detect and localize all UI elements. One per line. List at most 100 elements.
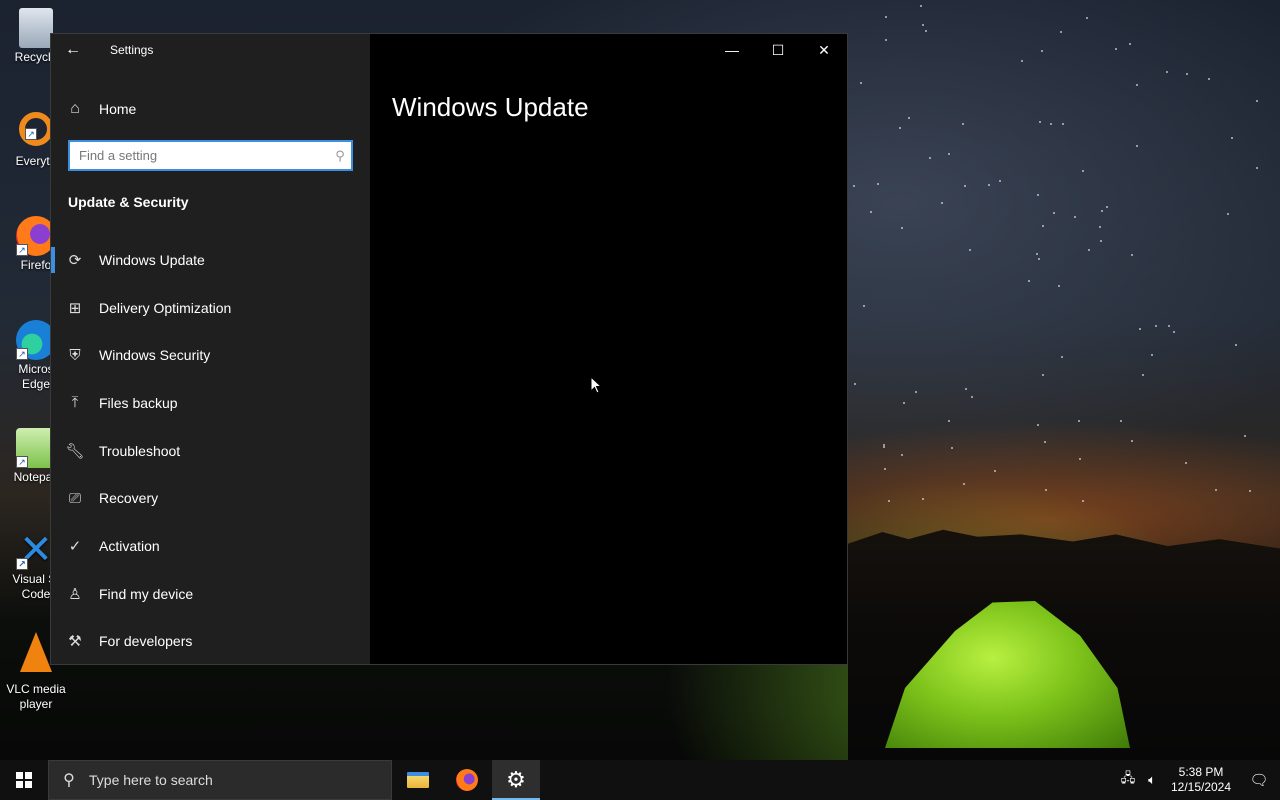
close-button[interactable]: ✕ — [801, 34, 847, 66]
star — [915, 391, 918, 394]
star — [1100, 210, 1103, 213]
nav-item-delivery-optimization[interactable]: ⊞ Delivery Optimization — [51, 284, 370, 332]
star — [951, 447, 954, 450]
window-title: Settings — [110, 43, 154, 57]
start-button[interactable] — [0, 760, 48, 800]
star — [1085, 17, 1088, 20]
nav-item-label: Files backup — [99, 394, 178, 411]
taskbar-app-settings[interactable]: ⚙ — [492, 760, 540, 800]
nav-item-windows-update[interactable]: ⟳ Windows Update — [51, 236, 370, 284]
star — [1150, 353, 1153, 356]
home-icon: ⌂ — [70, 100, 80, 117]
file-explorer-icon — [407, 772, 429, 788]
star — [883, 444, 886, 447]
nav-item-label: Delivery Optimization — [99, 299, 232, 316]
star — [1214, 489, 1217, 492]
star — [947, 420, 950, 423]
star — [1243, 435, 1246, 438]
taskbar-app-firefox[interactable] — [443, 760, 491, 800]
home-link[interactable]: ⌂ Home — [51, 92, 370, 126]
star — [862, 305, 865, 308]
settings-sidebar: ← Settings ⌂ Home ⚲ Update & Security ⟳ … — [51, 34, 370, 664]
minimize-button[interactable]: — — [709, 34, 755, 66]
windows-logo-icon — [16, 772, 32, 788]
recycle-bin-icon — [19, 8, 53, 48]
taskbar-search-box[interactable]: ⚲ Type here to search — [48, 760, 392, 800]
star — [870, 211, 873, 214]
star — [968, 249, 971, 252]
star — [1036, 193, 1039, 196]
settings-search-input[interactable] — [70, 142, 329, 169]
star — [901, 454, 904, 457]
star — [853, 383, 856, 386]
back-arrow-icon[interactable]: ← — [61, 40, 85, 60]
page-title: Windows Update — [392, 92, 589, 122]
clock[interactable]: 5:38 PM 12/15/2024 — [1164, 765, 1238, 795]
nav-item-label: Troubleshoot — [99, 442, 181, 459]
nav-item-label: Windows Update — [99, 251, 205, 268]
star — [907, 116, 910, 119]
star — [963, 184, 966, 187]
person-location-icon: ♙ — [68, 585, 82, 603]
system-tray: 🖧︎ 🔈︎ 5:38 PM 12/15/2024 🗨︎ — [1116, 760, 1280, 800]
star — [1256, 99, 1259, 102]
title-bar[interactable]: ← Settings — [51, 34, 370, 66]
star — [1139, 328, 1142, 331]
star — [1115, 48, 1118, 51]
nav-item-windows-security[interactable]: ⛨ Windows Security — [51, 331, 370, 379]
wrench-icon: 🔧︎ — [65, 442, 85, 460]
nav-item-activation[interactable]: ✓ Activation — [51, 522, 370, 570]
settings-search-box[interactable]: ⚲ — [68, 140, 353, 171]
star — [1061, 122, 1064, 125]
shield-icon: ⛨ — [69, 346, 81, 364]
star — [941, 201, 944, 204]
star — [901, 227, 904, 230]
star — [884, 15, 887, 18]
star — [1099, 239, 1102, 242]
star — [1230, 137, 1233, 140]
volume-muted-icon[interactable]: 🔈︎ — [1140, 772, 1164, 788]
star — [1041, 374, 1044, 377]
star — [1255, 167, 1258, 170]
star — [1154, 324, 1157, 327]
nav-item-label: Windows Security — [99, 347, 211, 364]
star — [899, 126, 902, 129]
star — [1053, 212, 1056, 215]
star — [1058, 285, 1061, 288]
network-icon[interactable]: 🖧︎ — [1116, 769, 1140, 791]
star — [964, 388, 967, 391]
star — [919, 5, 922, 8]
maximize-button[interactable]: ☐ — [755, 34, 801, 66]
nav-item-troubleshoot[interactable]: 🔧︎ Troubleshoot — [51, 427, 370, 475]
star — [921, 23, 924, 26]
star — [1061, 356, 1064, 359]
star — [929, 157, 932, 160]
nav-item-recovery[interactable]: ⎚ Recovery — [51, 474, 370, 522]
developer-tools-icon: ⚒ — [68, 633, 82, 651]
nav-item-label: Recovery — [99, 490, 159, 507]
star — [1098, 225, 1101, 228]
star — [1135, 145, 1138, 148]
nav-item-find-my-device[interactable]: ♙ Find my device — [51, 570, 370, 618]
star — [1129, 43, 1132, 46]
star — [1041, 224, 1044, 227]
taskbar-app-file-explorer[interactable] — [394, 760, 442, 800]
clock-date: 12/15/2024 — [1170, 780, 1232, 794]
everything-search-icon: ↗ — [19, 112, 53, 146]
star — [860, 82, 863, 85]
star — [1039, 121, 1042, 124]
star — [947, 153, 950, 156]
nav-item-for-developers[interactable]: ⚒ For developers — [51, 618, 370, 666]
settings-gear-icon: ⚙ — [506, 767, 526, 792]
home-label: Home — [99, 101, 137, 117]
clock-time: 5:38 PM — [1178, 765, 1224, 779]
star — [1044, 488, 1047, 491]
recovery-icon: ⎚ — [68, 489, 81, 507]
settings-main-pane: — ☐ ✕ Windows Update — [370, 34, 847, 664]
settings-window: ← Settings ⌂ Home ⚲ Update & Security ⟳ … — [50, 33, 848, 665]
shortcut-arrow-icon: ↗ — [16, 244, 28, 256]
star — [903, 401, 906, 404]
notification-center-icon[interactable]: 🗨︎ — [1238, 771, 1280, 789]
nav-item-files-backup[interactable]: ⤒ Files backup — [51, 379, 370, 427]
check-circle-icon: ✓ — [68, 537, 82, 555]
